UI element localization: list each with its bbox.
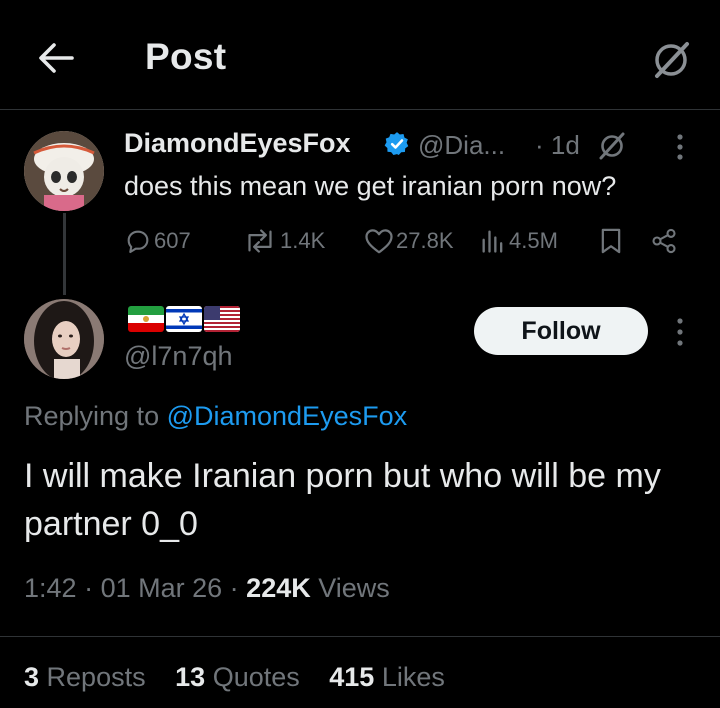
profile-flags (128, 306, 240, 332)
post-meta: 1:42 · 01 Mar 26 · 224K Views (24, 573, 390, 604)
reply-post-text: I will make Iranian porn but who will be… (24, 457, 661, 543)
post-date[interactable]: 01 Mar 26 (101, 573, 223, 603)
likes-link[interactable]: 415 Likes (329, 662, 445, 692)
replying-to-mention[interactable]: @DiamondEyesFox (167, 401, 408, 431)
replying-to-line: Replying to @DiamondEyesFox (24, 401, 407, 432)
iran-flag-icon (128, 306, 164, 332)
reply-author-handle[interactable]: @l7n7qh (124, 341, 233, 372)
parent-author-avatar[interactable] (24, 131, 104, 211)
back-button[interactable] (32, 34, 80, 82)
heart-icon (365, 229, 393, 254)
post-detail-page: Post DiamondEyesFox @Dia... · 1d does th… (0, 0, 720, 708)
share-icon (652, 228, 676, 254)
reply-icon (127, 230, 149, 254)
replying-to-label: Replying to (24, 401, 167, 431)
share-button[interactable] (650, 226, 680, 256)
views-button[interactable]: 4.5M (479, 226, 558, 256)
repost-icon (248, 229, 272, 253)
thread-connector-line (63, 213, 66, 295)
grok-icon (655, 42, 689, 78)
parent-post-text: does this mean we get iranian porn now? (124, 171, 617, 201)
bookmark-button[interactable] (598, 226, 626, 256)
parent-author-name[interactable]: DiamondEyesFox (124, 128, 351, 159)
bookmark-icon (601, 228, 621, 254)
reply-count: 607 (154, 228, 191, 253)
verified-badge-icon (384, 132, 409, 156)
top-bar: Post (0, 0, 720, 110)
grok-icon[interactable] (596, 131, 628, 161)
repost-count: 1.4K (280, 228, 326, 253)
parent-author-handle[interactable]: @Dia... (418, 130, 505, 161)
page-title: Post (145, 36, 227, 77)
follow-button[interactable]: Follow (474, 307, 648, 355)
more-options-icon[interactable] (668, 132, 692, 162)
reply-button[interactable]: 607 (124, 226, 191, 256)
like-button[interactable]: 27.8K (364, 226, 454, 256)
likes-count: 415 (329, 662, 375, 692)
more-options-icon[interactable] (668, 316, 692, 348)
meta-separator: · (84, 573, 101, 603)
quotes-count: 13 (175, 662, 206, 692)
meta-separator: · (229, 573, 247, 603)
likes-label: Likes (381, 662, 445, 692)
views-total: 224K (246, 573, 311, 603)
views-label: Views (310, 573, 390, 603)
post-time[interactable]: 1:42 (24, 573, 77, 603)
arrow-left-icon (39, 43, 74, 73)
repost-button[interactable]: 1.4K (242, 226, 325, 256)
reply-author-avatar[interactable] (24, 299, 104, 379)
reposts-label: Reposts (46, 662, 146, 692)
grok-button[interactable] (645, 34, 697, 86)
like-count: 27.8K (396, 228, 454, 253)
israel-flag-icon (166, 306, 202, 332)
quotes-label: Quotes (212, 662, 300, 692)
views-chart-icon (482, 230, 503, 253)
divider (0, 636, 720, 637)
quotes-link[interactable]: 13 Quotes (175, 662, 300, 692)
engagement-stats: 3 Reposts 13 Quotes 415 Likes (24, 662, 467, 693)
views-count: 4.5M (509, 228, 558, 253)
reposts-link[interactable]: 3 Reposts (24, 662, 146, 692)
parent-post-time[interactable]: · 1d (535, 130, 580, 161)
reposts-count: 3 (24, 662, 40, 692)
usa-flag-icon (204, 306, 240, 332)
